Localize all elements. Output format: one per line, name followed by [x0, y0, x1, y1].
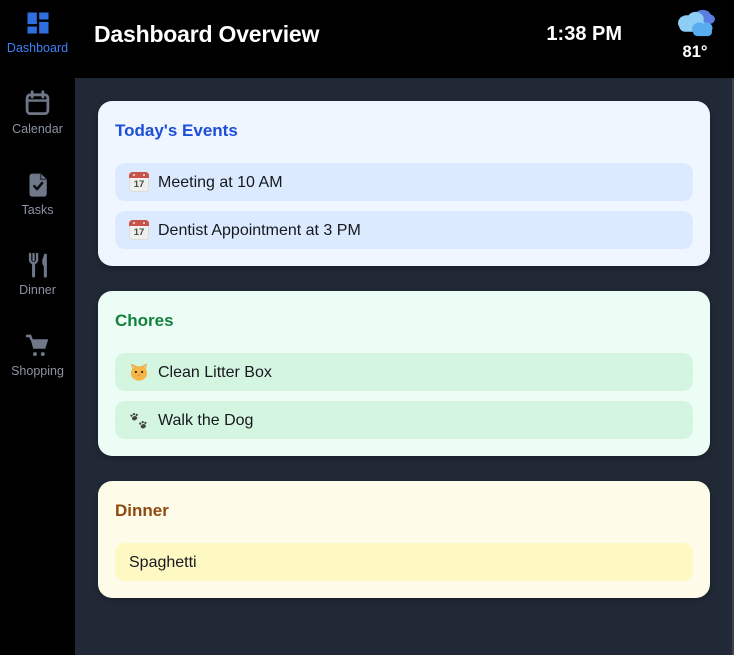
sidebar-item-dashboard[interactable]: Dashboard	[0, 8, 75, 56]
cat-face-emoji	[129, 362, 149, 382]
main-content: Today's Events 17 Meeting at 10 AM 17 De…	[75, 78, 734, 655]
sidebar-item-label: Shopping	[11, 364, 64, 378]
chore-item: Clean Litter Box	[115, 353, 693, 391]
weather-widget: 81°	[668, 7, 722, 62]
calendar-emoji-day: 17	[133, 227, 145, 239]
calendar-icon	[23, 89, 53, 119]
calendar-emoji: 17	[129, 220, 149, 240]
event-item: 17 Meeting at 10 AM	[115, 163, 693, 201]
event-item: 17 Dentist Appointment at 3 PM	[115, 211, 693, 249]
chore-item: Walk the Dog	[115, 401, 693, 439]
dinner-item: Spaghetti	[115, 543, 693, 581]
sidebar-item-calendar[interactable]: Calendar	[0, 89, 75, 137]
tasks-checklist-icon	[23, 170, 53, 200]
item-label: Walk the Dog	[158, 411, 254, 429]
item-label: Dentist Appointment at 3 PM	[158, 221, 361, 239]
fork-knife-icon	[23, 250, 53, 280]
page-title: Dashboard Overview	[94, 20, 320, 47]
sidebar-item-label: Dinner	[19, 283, 56, 298]
item-label: Spaghetti	[129, 553, 197, 571]
sidebar-item-label: Dashboard	[6, 41, 69, 55]
card-title: Chores	[115, 311, 174, 330]
sidebar-item-shopping[interactable]: Shopping	[0, 331, 75, 379]
sidebar-item-label: Tasks	[21, 202, 54, 217]
sidebar-item-label: Calendar	[12, 121, 63, 136]
card-title: Dinner	[115, 501, 169, 520]
dashboard-grid-icon	[23, 8, 53, 38]
card-title: Today's Events	[115, 121, 238, 140]
calendar-emoji: 17	[129, 172, 149, 192]
clock: 1:38 PM	[546, 22, 622, 45]
clouds-icon	[673, 7, 717, 45]
item-label: Meeting at 10 AM	[158, 173, 283, 191]
shopping-cart-icon	[23, 331, 53, 361]
card-chores: Chores Clean Litter Box Walk the Dog	[98, 291, 710, 456]
paw-prints-emoji	[129, 410, 149, 430]
calendar-emoji-day: 17	[133, 179, 145, 191]
header-bar: Dashboard Overview 1:38 PM 81°	[75, 0, 734, 78]
item-label: Clean Litter Box	[158, 363, 272, 381]
temperature: 81°	[682, 42, 708, 61]
card-todays-events: Today's Events 17 Meeting at 10 AM 17 De…	[98, 101, 710, 266]
sidebar: Dashboard Calendar Tasks Dinner Shopping	[0, 0, 75, 655]
sidebar-item-dinner[interactable]: Dinner	[0, 250, 75, 298]
app-root: Dashboard Calendar Tasks Dinner Shopping…	[0, 0, 734, 655]
card-dinner: Dinner Spaghetti	[98, 481, 710, 598]
sidebar-item-tasks[interactable]: Tasks	[0, 170, 75, 218]
